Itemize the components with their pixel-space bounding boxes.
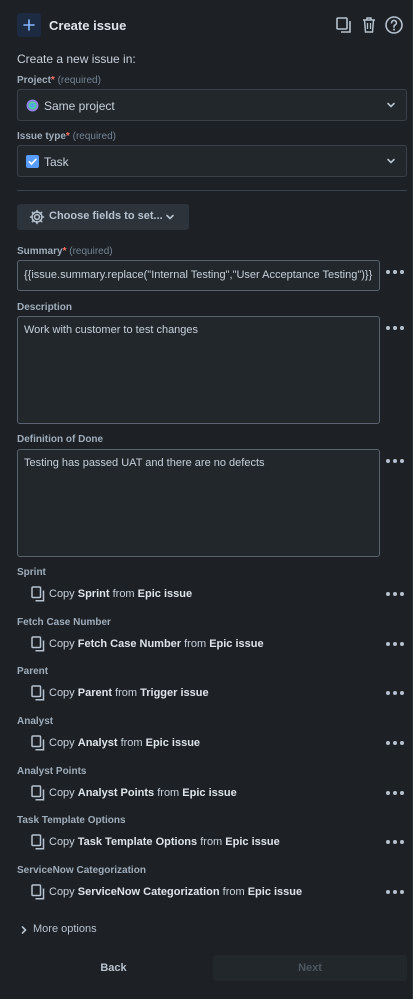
plus-icon xyxy=(17,13,41,37)
issue-type-select[interactable]: Task xyxy=(17,145,407,177)
required-star: * xyxy=(62,246,67,257)
copy-field-label: Parent xyxy=(17,666,49,677)
copy-field-label: Fetch Case Number xyxy=(17,617,111,628)
copy-icon xyxy=(31,785,45,801)
copy-field-label: Sprint xyxy=(17,567,46,578)
project-value: Same project xyxy=(44,99,115,113)
chevron-down-icon xyxy=(387,158,395,164)
chevron-right-icon xyxy=(21,926,27,934)
issue-type-value: Task xyxy=(44,155,69,169)
issue-type-label: Issue type* (required) xyxy=(17,131,116,142)
help-icon[interactable] xyxy=(383,14,405,36)
copy-icon xyxy=(31,685,45,701)
description-more-icon[interactable] xyxy=(386,323,404,333)
choose-fields-button[interactable]: Choose fields to set... xyxy=(17,204,189,230)
copy-icon xyxy=(31,636,45,652)
summary-value: {{issue.summary.replace("Internal Testin… xyxy=(24,269,373,281)
copy-field-more-icon[interactable] xyxy=(386,589,404,599)
panel-header: Create issue xyxy=(17,12,407,40)
required-text: (required) xyxy=(72,131,116,142)
back-button[interactable]: Back xyxy=(17,955,210,981)
summary-input[interactable]: {{issue.summary.replace("Internal Testin… xyxy=(17,260,380,291)
copy-icon xyxy=(31,586,45,602)
definition-of-done-label: Definition of Done xyxy=(17,434,104,445)
gear-icon xyxy=(29,209,45,225)
project-avatar-icon xyxy=(26,99,39,112)
description-label: Description xyxy=(17,302,73,313)
project-label: Project* (required) xyxy=(17,75,101,86)
chevron-down-icon xyxy=(387,102,395,108)
copy-icon xyxy=(31,834,45,850)
description-textarea[interactable]: Work with customer to test changes xyxy=(17,316,380,424)
copy-icon xyxy=(31,735,45,751)
copy-field-label: Analyst xyxy=(17,716,54,727)
copy-field-more-icon[interactable] xyxy=(386,887,404,897)
required-text: (required) xyxy=(57,75,101,86)
required-text: (required) xyxy=(69,246,113,257)
copy-field-more-icon[interactable] xyxy=(386,688,404,698)
summary-more-icon[interactable] xyxy=(386,267,404,277)
copy-icon[interactable] xyxy=(333,14,355,36)
required-star: * xyxy=(65,131,70,142)
summary-label: Summary* (required) xyxy=(17,246,113,257)
required-star: * xyxy=(50,75,55,86)
choose-fields-label: Choose fields to set... xyxy=(49,210,163,222)
task-checkbox-icon xyxy=(26,155,39,168)
copy-field-label: ServiceNow Categorization xyxy=(17,865,146,876)
copy-icon xyxy=(31,884,45,900)
description-value: Work with customer to test changes xyxy=(24,324,199,336)
intro-text: Create a new issue in: xyxy=(17,52,136,66)
chevron-down-icon xyxy=(166,214,174,220)
header-title: Create issue xyxy=(49,18,127,33)
definition-of-done-textarea[interactable]: Testing has passed UAT and there are no … xyxy=(17,449,380,557)
copy-field-more-icon[interactable] xyxy=(386,639,404,649)
copy-field-more-icon[interactable] xyxy=(386,788,404,798)
definition-of-done-value: Testing has passed UAT and there are no … xyxy=(24,457,265,469)
copy-field-more-icon[interactable] xyxy=(386,738,404,748)
trash-icon[interactable] xyxy=(358,14,380,36)
more-options-label: More options xyxy=(33,923,97,935)
project-select[interactable]: Same project xyxy=(17,89,407,121)
create-issue-panel: Create issue Create a new issue in: Proj… xyxy=(0,0,413,999)
copy-field-label: Task Template Options xyxy=(17,815,126,826)
copy-field-label: Analyst Points xyxy=(17,766,87,777)
section-divider xyxy=(17,190,407,191)
next-button[interactable]: Next xyxy=(213,955,407,981)
definition-of-done-more-icon[interactable] xyxy=(386,456,404,466)
copy-field-more-icon[interactable] xyxy=(386,837,404,847)
